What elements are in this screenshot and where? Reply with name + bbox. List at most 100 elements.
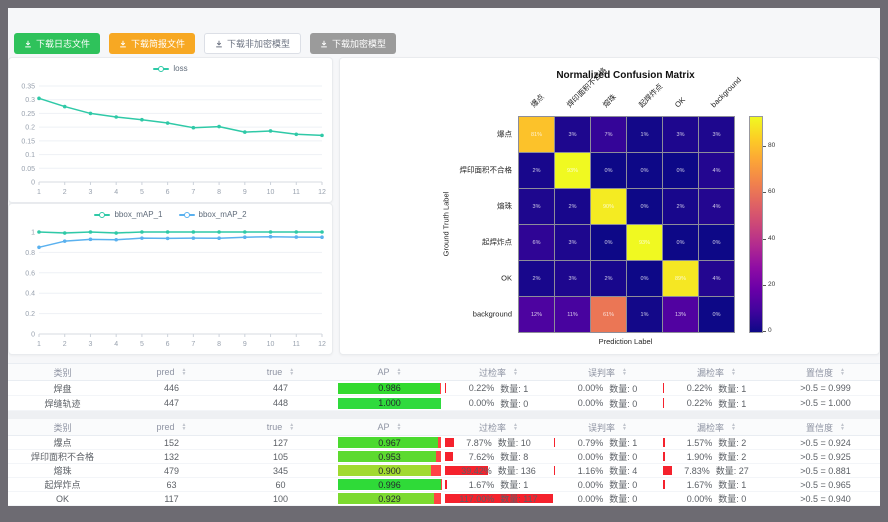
sort-caret-down-icon: ▼ — [289, 427, 294, 431]
sort-icon[interactable]: ▲▼ — [731, 423, 736, 431]
svg-text:0.35: 0.35 — [21, 84, 35, 91]
colorbar-tick-mark — [763, 239, 766, 240]
legend-item-loss[interactable]: loss — [153, 64, 187, 73]
column-header-误判率[interactable]: 误判率▲▼ — [553, 364, 662, 381]
column-header-置信度[interactable]: 置信度▲▼ — [771, 364, 880, 381]
sort-icon[interactable]: ▲▼ — [731, 368, 736, 376]
column-header-AP[interactable]: AP ▲▼ — [335, 419, 444, 436]
column-header-漏检率[interactable]: 漏检率▲▼ — [662, 364, 771, 381]
rate-percent: 7.62% — [469, 452, 495, 462]
rate-percent: 0.00% — [578, 480, 604, 490]
table-row: 焊盘4464470.9860.22%数量: 10.00%数量: 00.22%数量… — [8, 381, 880, 396]
true-cell: 105 — [226, 450, 335, 463]
matrix-cell: 12% — [519, 297, 554, 332]
download-log-file-button[interactable]: 下载日志文件 — [14, 33, 100, 54]
column-header-误判率[interactable]: 误判率▲▼ — [553, 419, 662, 436]
svg-text:10: 10 — [267, 189, 275, 196]
ap-cell: 0.986 — [335, 381, 444, 395]
metrics-table-1: 类别pred▲▼true▲▼AP▲▼过检率▲▼误判率▲▼漏检率▲▼置信度▲▼焊盘… — [8, 364, 880, 411]
rate-percent: 0.22% — [687, 398, 713, 408]
loss-chart-card: loss 00.050.10.150.20.250.30.35123456789… — [8, 57, 333, 203]
rate-bar — [663, 438, 665, 447]
legend-item-bbox_mAP_2[interactable]: bbox_mAP_2 — [179, 210, 247, 219]
confusion-matrix-xlabel: Prediction Label — [599, 337, 653, 346]
svg-text:0.1: 0.1 — [25, 152, 35, 159]
rate-count: 数量: 0 — [609, 382, 637, 395]
ap-bar: 1.000 — [338, 398, 441, 409]
sort-icon[interactable]: ▲▼ — [182, 368, 187, 376]
svg-text:0: 0 — [31, 332, 35, 339]
column-header-pred[interactable]: pred▲▼ — [117, 364, 226, 381]
table-row: 熔珠4793450.90039.42%数量: 1361.16%数量: 47.83… — [8, 464, 880, 478]
download-icon — [24, 40, 32, 48]
matrix-cell: 0% — [591, 153, 626, 188]
rate-count: 数量: 1 — [500, 478, 528, 491]
legend-item-bbox_mAP_1[interactable]: bbox_mAP_1 — [94, 210, 162, 219]
legend-marker-icon — [94, 214, 110, 216]
colorbar-tick-label: 0 — [768, 328, 772, 334]
column-header-label: true — [267, 367, 283, 377]
svg-text:7: 7 — [191, 189, 195, 196]
rate-count: 数量: 1 — [718, 382, 746, 395]
rate-bar — [445, 438, 454, 447]
misjudge-rate-cell: 0.00%数量: 0 — [553, 450, 662, 463]
column-header-置信度[interactable]: 置信度▲▼ — [771, 419, 880, 436]
sort-icon[interactable]: ▲▼ — [397, 423, 402, 431]
rate-bar — [445, 452, 453, 461]
column-header-AP[interactable]: AP▲▼ — [335, 364, 444, 381]
column-header-过检率[interactable]: 过检率▲▼ — [444, 364, 553, 381]
column-header-true[interactable]: true▲▼ — [226, 419, 335, 436]
matrix-cell: 89% — [663, 261, 698, 296]
column-header-过检率[interactable]: 过检率▲▼ — [444, 419, 553, 436]
legend-marker-dot-icon — [99, 212, 105, 218]
column-header-true[interactable]: true ▲▼ — [226, 364, 335, 381]
rate-percent: 117.00% — [459, 494, 494, 504]
sort-icon[interactable]: ▲▼ — [622, 423, 627, 431]
sort-icon[interactable]: ▲▼ — [840, 423, 845, 431]
download-encrypted-model-button[interactable]: 下载加密模型 — [310, 33, 396, 54]
matrix-cell: 4% — [699, 189, 734, 224]
column-header-label: AP — [378, 422, 390, 432]
sort-caret-down-icon: ▼ — [840, 372, 845, 376]
ap-cell: 0.900 — [335, 464, 444, 477]
sort-icon[interactable]: ▲▼ — [397, 368, 402, 376]
legend-label: loss — [173, 64, 187, 73]
svg-text:4: 4 — [114, 189, 118, 196]
matrix-cell: 0% — [663, 225, 698, 260]
rate-percent: 1.67% — [469, 480, 495, 490]
download-icon — [215, 40, 223, 48]
sort-icon[interactable]: ▲▼ — [182, 423, 187, 431]
matrix-cell: 0% — [627, 153, 662, 188]
download-unencrypted-model-button[interactable]: 下载非加密模型 — [204, 33, 301, 54]
rate-count: 数量: 1 — [718, 478, 746, 491]
sort-caret-down-icon: ▼ — [182, 427, 187, 431]
svg-text:0.2: 0.2 — [25, 311, 35, 318]
table-row: 爆点1521270.9677.87%数量: 100.79%数量: 11.57%数… — [8, 436, 880, 450]
sort-icon[interactable]: ▲▼ — [289, 423, 294, 431]
confusion-matrix-grid: 81%3%7%1%3%3%2%93%0%0%0%4%3%2%90%0%2%4%6… — [518, 116, 735, 333]
svg-text:3: 3 — [89, 341, 93, 348]
download-report-file-button[interactable]: 下载简报文件 — [109, 33, 195, 54]
rate-count: 数量: 0 — [609, 478, 637, 491]
true-cell: 447 — [226, 381, 335, 395]
overkill-rate-cell: 117.00%数量: 117 — [444, 492, 553, 505]
svg-text:5: 5 — [140, 341, 144, 348]
column-header-漏检率[interactable]: 漏检率▲▼ — [662, 419, 771, 436]
sort-icon[interactable]: ▲▼ — [513, 423, 518, 431]
sort-icon[interactable]: ▲▼ — [289, 368, 294, 376]
class-name-cell: 焊缝轨迹 — [8, 396, 117, 410]
table-row: 起焊炸点63600.9961.67%数量: 10.00%数量: 01.67%数量… — [8, 478, 880, 492]
column-header-pred[interactable]: pred▲▼ — [117, 419, 226, 436]
svg-text:0.3: 0.3 — [25, 97, 35, 104]
matrix-cell: 0% — [591, 225, 626, 260]
sort-icon[interactable]: ▲▼ — [840, 368, 845, 376]
ap-value: 0.953 — [338, 451, 441, 462]
svg-text:8: 8 — [217, 189, 221, 196]
rate-percent: 39.42% — [461, 466, 492, 476]
class-name-cell: 焊盘 — [8, 381, 117, 395]
pred-cell: 117 — [117, 492, 226, 505]
sort-icon[interactable]: ▲▼ — [622, 368, 627, 376]
sort-icon[interactable]: ▲▼ — [513, 368, 518, 376]
matrix-row-label: 起焊炸点 — [392, 236, 512, 247]
matrix-cell: 93% — [627, 225, 662, 260]
